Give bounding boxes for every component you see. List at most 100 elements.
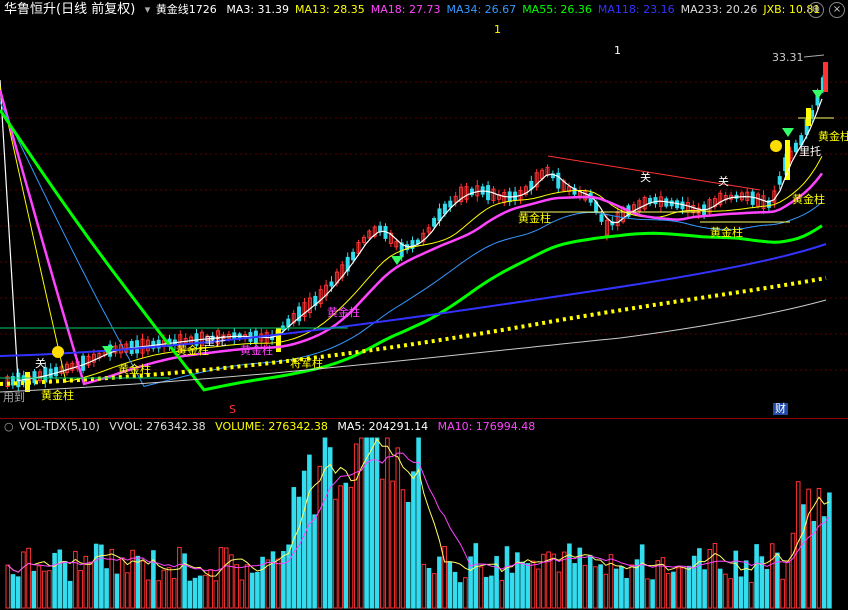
volume-bar [213,580,219,609]
volume-bar [229,554,234,609]
volume-bar [47,570,52,609]
volume-bar [385,437,390,609]
volume-bar [681,567,687,609]
volume-bar [769,543,775,609]
volume-bar [561,551,567,609]
volume-bar [489,575,494,609]
volume-bar [421,563,427,609]
volume-bar [203,574,208,609]
volume-bar [671,571,676,609]
volume-bar [249,572,255,609]
volume-bar [379,478,385,609]
volume-bar [125,572,130,609]
volume-bar [145,579,151,609]
volume-bar [99,544,104,609]
volume-bar [197,575,203,609]
volume-bar [431,573,437,609]
volume-bar [322,437,328,609]
volume-bar [41,570,47,609]
volume-bar [463,577,468,609]
volume-bar [265,559,271,609]
volume-bar [244,564,250,609]
volume-bar [790,532,796,609]
volume-bar [343,482,349,609]
volume-bar [509,572,515,609]
volume-chart[interactable] [0,0,848,610]
volume-bar [67,580,73,609]
volume-bar [405,501,411,609]
volume-bar [603,573,609,609]
volume-bar [333,498,338,609]
volume-bar [26,547,31,609]
volume-bar [88,561,94,609]
volume-bar [801,504,806,609]
volume-bar [270,551,276,609]
volume-bar [395,447,401,609]
volume-bar [473,543,479,609]
volume-bar [447,561,453,609]
volume-bar [301,470,307,609]
volume-bar [15,576,21,609]
volume-bar [78,569,83,609]
volume-bar [291,487,297,609]
volume-bar [468,556,473,609]
volume-bar [52,552,57,609]
volume-bar [717,568,723,609]
volume-bar [411,471,416,609]
volume-bar [119,557,125,609]
volume-bar [686,565,692,609]
volume-bar [239,579,245,609]
volume-bar [104,568,109,609]
volume-bar [457,582,463,609]
volume-bar [816,487,822,609]
volume-bar [665,573,671,609]
volume-bar [582,564,588,609]
volume-bar [733,550,739,609]
volume-bar [255,571,260,609]
volume-bar [785,560,791,609]
volume-bar [166,567,172,609]
volume-bar [806,488,811,609]
volume-bar [598,564,603,609]
volume-bar [650,579,655,609]
volume-bar [182,553,187,609]
volume-bar [62,560,68,609]
volume-bar [5,564,11,609]
volume-bar [478,566,484,609]
volume-bar [619,566,624,609]
volume-bar [525,563,531,609]
volume-bar [572,563,577,609]
volume-bar [483,576,489,609]
volume-bar [192,577,198,609]
volume-bar [177,546,182,609]
volume-bar [348,486,354,609]
volume-bar [140,560,146,609]
volume-bar [161,569,167,609]
volume-bar [520,561,525,609]
volume-bar [504,546,510,609]
volume-bar [530,560,536,609]
volume-bar [187,580,193,609]
volume-bar [655,560,661,609]
volume-bar [36,565,42,609]
volume-bar [567,543,572,609]
volume-bar [629,564,635,609]
volume-bar [57,549,63,609]
volume-bar [645,578,650,609]
volume-bar [156,580,161,609]
volume-bar [827,492,832,609]
volume-bar [31,570,37,609]
volume-bar [218,547,224,609]
volume-bar [359,437,364,609]
volume-bar [697,548,702,609]
volume-bar [327,447,333,609]
volume-bar [624,577,629,609]
volume-bar [780,578,785,609]
volume-bar [10,574,16,609]
volume-bar [723,573,728,609]
volume-bar [21,551,26,609]
volume-bar [728,578,733,609]
volume-bar [400,489,406,609]
volume-bar [587,554,593,609]
volume-bar [515,552,520,609]
